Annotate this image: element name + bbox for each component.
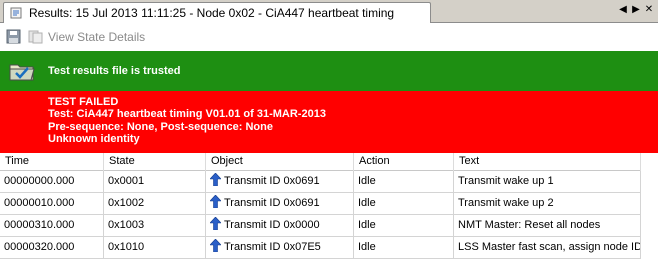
cell-action: Idle xyxy=(354,215,454,237)
cell-object: Transmit ID 0x0691 xyxy=(206,171,354,193)
table-row[interactable]: 00000310.000 0x1003 Transmit ID 0x0000 I… xyxy=(0,215,658,237)
cell-time: 00000310.000 xyxy=(0,215,104,237)
blue-up-arrow-icon xyxy=(210,239,221,252)
cell-action: Idle xyxy=(354,237,454,259)
trusted-banner: Test results file is trusted xyxy=(0,51,658,91)
cell-text: Transmit wake up 2 xyxy=(454,193,641,215)
object-label: Transmit ID 0x0000 xyxy=(224,219,320,231)
cell-action: Idle xyxy=(354,171,454,193)
cell-object: Transmit ID 0x0000 xyxy=(206,215,354,237)
cell-object: Transmit ID 0x07E5 xyxy=(206,237,354,259)
object-label: Transmit ID 0x0691 xyxy=(224,175,320,187)
cell-state: 0x1002 xyxy=(104,193,206,215)
save-icon[interactable] xyxy=(6,29,21,44)
cell-text: Transmit wake up 1 xyxy=(454,171,641,193)
blue-up-arrow-icon xyxy=(210,195,221,208)
view-state-details-button[interactable]: View State Details xyxy=(48,30,145,44)
tab-results[interactable]: Results: 15 Jul 2013 11:11:25 - Node 0x0… xyxy=(3,2,431,23)
cell-time: 00000000.000 xyxy=(0,171,104,193)
cell-state: 0x1010 xyxy=(104,237,206,259)
view-state-details-icon xyxy=(28,30,43,44)
cell-action: Idle xyxy=(354,193,454,215)
results-doc-icon xyxy=(10,7,22,19)
test-name: Test: CiA447 heartbeat timing V01.01 of … xyxy=(48,108,326,120)
column-header-state[interactable]: State xyxy=(104,153,206,171)
document-tabstrip: Results: 15 Jul 2013 11:11:25 - Node 0x0… xyxy=(0,0,658,23)
table-row[interactable]: 00000000.000 0x0001 Transmit ID 0x0691 I… xyxy=(0,171,658,193)
tab-title: Results: 15 Jul 2013 11:11:25 - Node 0x0… xyxy=(29,6,395,20)
column-header-object[interactable]: Object xyxy=(206,153,354,171)
cell-text: LSS Master fast scan, assign node ID xyxy=(454,237,641,259)
test-result-banner: TEST FAILED Test: CiA447 heartbeat timin… xyxy=(0,91,658,153)
folder-check-icon xyxy=(9,64,35,81)
table-row[interactable]: 00000010.000 0x1002 Transmit ID 0x0691 I… xyxy=(0,193,658,215)
tab-close-button[interactable]: ✕ xyxy=(643,4,655,16)
column-header-time[interactable]: Time xyxy=(0,153,104,171)
column-header-action[interactable]: Action xyxy=(354,153,454,171)
cell-state: 0x1003 xyxy=(104,215,206,237)
cell-time: 00000010.000 xyxy=(0,193,104,215)
cell-object: Transmit ID 0x0691 xyxy=(206,193,354,215)
blue-up-arrow-icon xyxy=(210,217,221,230)
vertical-scrollbar-area xyxy=(641,153,658,262)
table-row[interactable]: 00000320.000 0x1010 Transmit ID 0x07E5 I… xyxy=(0,237,658,259)
grid-header: Time State Object Action Text xyxy=(0,153,658,171)
cell-state: 0x0001 xyxy=(104,171,206,193)
results-grid: Time State Object Action Text 00000000.0… xyxy=(0,153,658,262)
object-label: Transmit ID 0x07E5 xyxy=(224,241,321,253)
test-status: TEST FAILED xyxy=(48,96,119,108)
test-sequences: Pre-sequence: None, Post-sequence: None xyxy=(48,121,273,133)
cell-time: 00000320.000 xyxy=(0,237,104,259)
trusted-message: Test results file is trusted xyxy=(48,65,181,77)
tab-scroll-right-button[interactable]: ▶ xyxy=(630,4,642,16)
blue-up-arrow-icon xyxy=(210,173,221,186)
results-toolbar: View State Details xyxy=(0,23,658,51)
cell-text: NMT Master: Reset all nodes xyxy=(454,215,641,237)
object-label: Transmit ID 0x0691 xyxy=(224,197,320,209)
column-header-text[interactable]: Text xyxy=(454,153,641,171)
test-identity: Unknown identity xyxy=(48,133,140,145)
tab-scroll-left-button[interactable]: ◀ xyxy=(617,4,629,16)
